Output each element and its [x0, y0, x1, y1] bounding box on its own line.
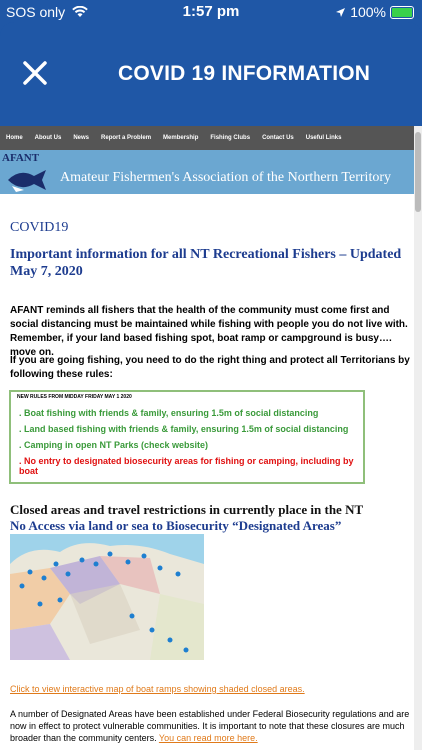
article-heading: COVID19	[10, 220, 69, 235]
interactive-map-link[interactable]: Click to view interactive map of boat ra…	[10, 684, 305, 694]
rules-header: NEW RULES FROM MIDDAY FRIDAY MAY 1 2020	[17, 394, 132, 400]
battery-percent: 100%	[350, 4, 386, 20]
app-header: COVID 19 INFORMATION	[0, 22, 422, 126]
read-more-link[interactable]: You can read more here.	[159, 733, 258, 743]
nav-useful-links[interactable]: Useful Links	[300, 135, 348, 141]
nav-home[interactable]: Home	[0, 135, 29, 141]
afant-logo[interactable]: AFANT	[2, 152, 50, 192]
rule-item-no-entry: . No entry to designated biosecurity are…	[19, 456, 354, 476]
closed-areas-heading: Closed areas and travel restrictions in …	[10, 502, 364, 517]
location-arrow-icon	[336, 7, 346, 17]
nav-membership[interactable]: Membership	[157, 135, 204, 141]
status-right: 100%	[335, 4, 414, 20]
paragraph-reminder: AFANT reminds all fishers that the healt…	[10, 305, 408, 358]
closed-areas-map[interactable]	[10, 534, 204, 660]
nav-news[interactable]: News	[67, 135, 95, 141]
rule-item: . Boat fishing with friends & family, en…	[19, 408, 319, 418]
rule-item: . Camping in open NT Parks (check websit…	[19, 440, 209, 450]
nav-report-a-problem[interactable]: Report a Problem	[95, 135, 157, 141]
org-name: Amateur Fishermen's Association of the N…	[60, 170, 391, 185]
designated-areas-paragraph: A number of Designated Areas have been e…	[10, 708, 414, 744]
rules-box: NEW RULES FROM MIDDAY FRIDAY MAY 1 2020 …	[9, 390, 365, 484]
scrollbar-thumb[interactable]	[415, 132, 421, 212]
no-access-heading: No Access via land or sea to Biosecurity…	[10, 518, 342, 533]
nt-map-image	[10, 534, 204, 660]
nav-fishing-clubs[interactable]: Fishing Clubs	[204, 135, 256, 141]
nav-contact-us[interactable]: Contact Us	[256, 135, 300, 141]
page-title: COVID 19 INFORMATION	[118, 62, 371, 85]
nav-about-us[interactable]: About Us	[29, 135, 68, 141]
rule-item: . Land based fishing with friends & fami…	[19, 424, 349, 434]
status-bar: SOS only 1:57 pm 100%	[0, 0, 422, 24]
close-icon	[23, 61, 47, 85]
fish-logo-icon	[8, 170, 46, 192]
article-subheading: Important information for all NT Recreat…	[10, 247, 402, 279]
site-banner: AFANT Amateur Fishermen's Association of…	[0, 150, 414, 194]
battery-icon	[390, 5, 414, 19]
site-nav: Home About Us News Report a Problem Memb…	[0, 126, 414, 150]
paragraph-rules-intro: If you are going fishing, you need to do…	[10, 355, 410, 380]
page-scrollbar[interactable]	[414, 126, 422, 750]
close-button[interactable]	[18, 58, 52, 92]
logo-text: AFANT	[2, 152, 40, 164]
